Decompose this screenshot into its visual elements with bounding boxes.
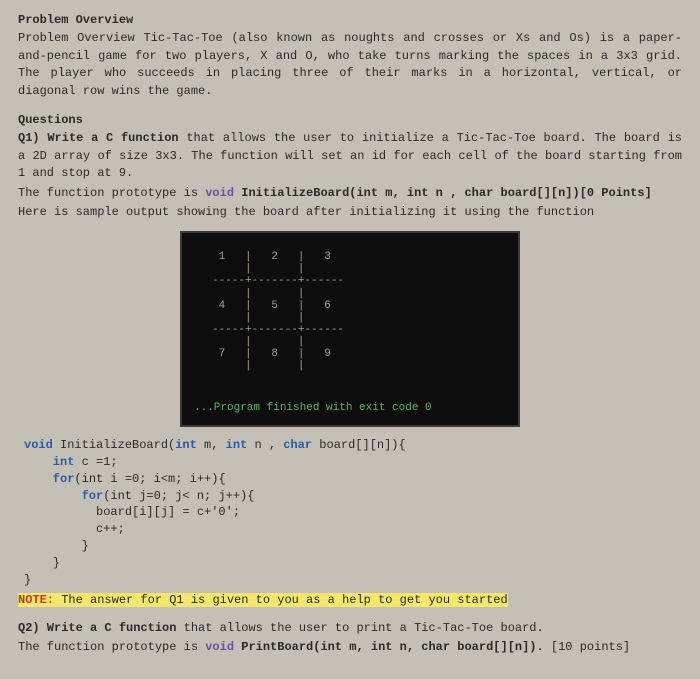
note-text: The answer for Q1 is given to you as a h… [54, 593, 508, 607]
terminal-output: 1 | 2 | 3 | | -----+-------+------ | | 4… [180, 231, 520, 427]
kw: int [226, 438, 248, 452]
heading-questions: Questions [18, 112, 682, 129]
kw: int [24, 455, 74, 469]
terminal-exit-line: ...Program finished with exit code 0 [194, 401, 432, 417]
code: board[][n]){ [312, 438, 406, 452]
note-line: NOTE: The answer for Q1 is given to you … [18, 592, 682, 609]
kw: int [175, 438, 197, 452]
q1-label: Q1) Write a C function [18, 131, 179, 145]
heading-overview: Problem Overview [18, 12, 682, 29]
sample-output-text: Here is sample output showing the board … [18, 204, 682, 221]
code: (int j=0; j< n; j++){ [103, 489, 254, 503]
code: } [24, 539, 89, 553]
q2-proto-prefix: The function prototype is [18, 640, 205, 654]
void-keyword: void [205, 186, 234, 200]
q2-points: [10 points] [551, 640, 630, 654]
kw: for [24, 472, 74, 486]
proto-points: [0 Points] [580, 186, 652, 200]
kw: char [283, 438, 312, 452]
proto-prefix: The function prototype is [18, 186, 205, 200]
void-keyword: void [205, 640, 234, 654]
code: c =1; [74, 455, 117, 469]
q2-text: that allows the user to print a Tic-Tac-… [176, 621, 543, 635]
code: c++; [24, 522, 125, 536]
proto-signature: InitializeBoard(int m, int n , char boar… [234, 186, 580, 200]
q2-label: Q2) Write a C function [18, 621, 176, 635]
code: m, [197, 438, 226, 452]
code: (int i =0; i<m; i++){ [74, 472, 225, 486]
q1-description: Q1) Write a C function that allows the u… [18, 130, 682, 182]
q2-block: Q2) Write a C function that allows the u… [18, 620, 682, 657]
q2-proto-signature: PrintBoard(int m, int n, char board[][n]… [234, 640, 551, 654]
code: } [24, 556, 60, 570]
note-label: NOTE: [18, 593, 54, 607]
code: n , [247, 438, 283, 452]
q1-prototype-line: The function prototype is void Initializ… [18, 185, 682, 202]
kw: for [24, 489, 103, 503]
code-sample: void InitializeBoard(int m, int n , char… [24, 437, 682, 588]
terminal-grid: 1 | 2 | 3 | | -----+-------+------ | | 4… [182, 233, 518, 372]
kw: void [24, 438, 53, 452]
code: InitializeBoard( [53, 438, 175, 452]
overview-paragraph: Problem Overview Tic-Tac-Toe (also known… [18, 30, 682, 100]
q2-prototype-line: The function prototype is void PrintBoar… [18, 639, 682, 656]
code: board[i][j] = c+'0'; [24, 505, 240, 519]
code: } [24, 573, 31, 587]
q2-description: Q2) Write a C function that allows the u… [18, 620, 682, 637]
